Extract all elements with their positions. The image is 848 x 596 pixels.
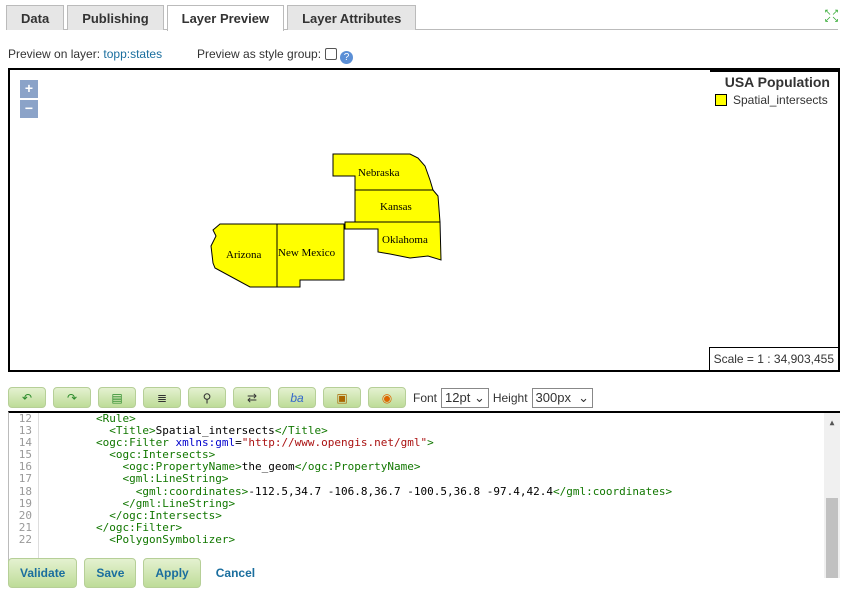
preview-layer: Preview on layer: topp:states [8, 47, 162, 61]
code-token: </ogc:Filter> [95, 520, 183, 534]
height-value: 300px [535, 389, 571, 405]
save-button[interactable]: Save [84, 558, 137, 588]
state-label: Kansas [380, 201, 412, 213]
legend-item-label: Spatial_intersects [733, 93, 828, 107]
legend-item: Spatial_intersects [710, 90, 838, 107]
find-replace-icon[interactable]: ⇄ [233, 387, 271, 408]
code-token: the_geom [241, 460, 295, 474]
legend-swatch [715, 94, 727, 106]
sld-code-editor[interactable]: 12 13 14 15 16 17 18 19 20 21 22 <Rule> <Title>Spa… [8, 411, 840, 578]
tab-bar: Data Publishing Layer Preview Layer Attr… [6, 5, 838, 31]
code-token: -112.5,34.7 -106.8,36.7 -100.5,36.8 -97.… [248, 484, 553, 498]
style-group-label: Preview as style group: [197, 47, 322, 61]
font-select[interactable]: 12pt ⌄ [441, 387, 489, 408]
code-token: </gml:coordinates> [552, 484, 673, 498]
line-number: 19 [18, 496, 32, 510]
undo-icon[interactable]: ↶ [8, 387, 46, 408]
scrollbar-thumb[interactable] [826, 498, 838, 578]
code-token: <ogc:Intersects> [109, 448, 216, 462]
code-token: xmlns:gml [175, 436, 236, 450]
map-preview[interactable]: + − Nebraska Kansas Oklahoma Arizona New… [8, 68, 840, 372]
line-number: 17 [18, 472, 32, 486]
code-lines: <Rule> <Title>Spatial_intersects</Title>… [43, 413, 672, 546]
state-label: Oklahoma [382, 234, 428, 246]
reformat-icon[interactable]: ≣ [143, 387, 181, 408]
font-size-icon[interactable]: ba [278, 387, 316, 408]
editor-scrollbar[interactable]: ▲ [824, 413, 840, 578]
code-token: <Rule> [95, 412, 136, 425]
code-token: <gml:coordinates> [135, 484, 249, 498]
code-token: </ogc:Intersects> [109, 508, 222, 522]
map-canvas: Nebraska Kansas Oklahoma Arizona New Mex… [210, 153, 442, 288]
line-number: 22 [18, 532, 32, 546]
preview-layer-label: Preview on layer: [8, 47, 101, 61]
tab-publishing[interactable]: Publishing [67, 5, 164, 30]
code-token: </ogc:PropertyName> [294, 460, 421, 474]
code-token: <ogc:PropertyName> [122, 460, 242, 474]
legend-title: USA Population [724, 74, 830, 90]
code-token: </gml:LineString> [122, 496, 236, 510]
fullscreen-icon[interactable]: ↖↗ ↙↘ [824, 8, 840, 24]
cancel-link[interactable]: Cancel [216, 566, 255, 580]
tab-data[interactable]: Data [6, 5, 65, 30]
line-numbers: 12 13 14 15 16 17 18 19 20 21 22 [9, 413, 39, 578]
map-scale: Scale = 1 : 34,903,455 [708, 347, 838, 370]
help-icon[interactable]: ? [340, 51, 354, 64]
goto-line-icon[interactable]: ▤ [98, 387, 136, 408]
code-token: "http://www.opengis.net/gml" [241, 436, 428, 450]
code-token: Spatial_intersects [155, 424, 275, 438]
code-token: <ogc:Filter [95, 436, 176, 450]
tab-layer-attributes[interactable]: Layer Attributes [287, 5, 417, 30]
line-number: 18 [18, 484, 32, 498]
preview-layer-link[interactable]: topp:states [103, 47, 162, 61]
style-group: Preview as style group:? [197, 47, 354, 64]
state-label: New Mexico [278, 247, 336, 259]
code-token: <gml:LineString> [122, 472, 229, 486]
apply-button[interactable]: Apply [143, 558, 201, 588]
state-label: Nebraska [358, 167, 400, 179]
action-buttons: Validate Save Apply Cancel [8, 558, 255, 588]
state-label: Arizona [226, 249, 262, 261]
image-icon[interactable]: ▣ [323, 387, 361, 408]
height-select[interactable]: 300px ⌄ [531, 387, 594, 408]
style-group-checkbox[interactable] [325, 48, 338, 60]
tab-layer-preview[interactable]: Layer Preview [166, 5, 285, 31]
code-token: <PolygonSymbolizer> [109, 532, 236, 546]
font-label: Font [413, 390, 438, 405]
color-picker-icon[interactable]: ◉ [368, 387, 406, 408]
code-line: <PolygonSymbolizer> [43, 532, 672, 546]
validate-button[interactable]: Validate [8, 558, 78, 588]
code-token: </Title> [274, 424, 328, 438]
height-label: Height [492, 390, 528, 405]
map-legend: USA Population Spatial_intersects [710, 70, 838, 112]
code-token: <Title> [109, 424, 156, 438]
font-value: 12pt [445, 389, 471, 405]
redo-icon[interactable]: ↷ [53, 387, 91, 408]
editor-toolbar: ↶ ↷ ▤ ≣ ⚲ ⇄ ba ▣ ◉ Font 12pt ⌄ Height 30… [8, 387, 597, 408]
find-icon[interactable]: ⚲ [188, 387, 226, 408]
code-token: > [427, 436, 434, 450]
code-token: = [235, 436, 242, 450]
